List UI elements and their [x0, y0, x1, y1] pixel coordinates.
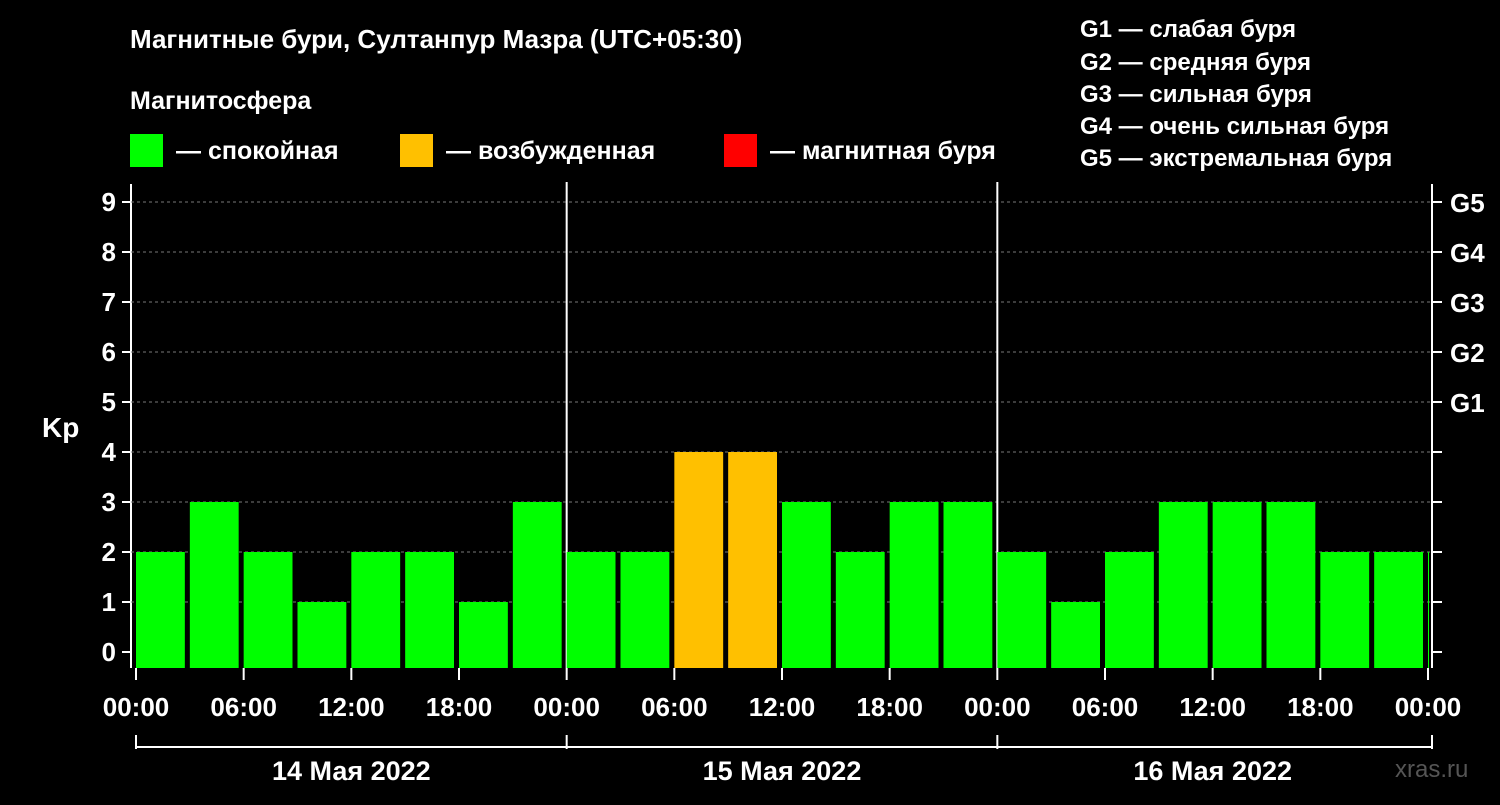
g-scale-g3: G3 — сильная буря — [1080, 81, 1312, 108]
kp-bar — [566, 552, 616, 668]
y-tick-label: 9 — [102, 187, 116, 217]
g-level-label: G2 — [1450, 338, 1485, 368]
g-level-label: G5 — [1450, 188, 1485, 218]
kp-bar — [889, 502, 939, 668]
kp-bar — [835, 552, 885, 668]
kp-bar — [1266, 502, 1316, 668]
y-tick-label: 5 — [102, 387, 116, 417]
x-tick-label: 18:00 — [1287, 692, 1354, 722]
x-tick-label: 12:00 — [318, 692, 385, 722]
kp-bar — [351, 552, 401, 668]
x-tick-label: 00:00 — [103, 692, 170, 722]
kp-bar — [1374, 552, 1423, 668]
kp-bar — [1158, 502, 1208, 668]
y-tick-label: 2 — [102, 537, 116, 567]
kp-bar — [136, 552, 185, 668]
kp-chart: Магнитные бури, Султанпур Мазра (UTC+05:… — [42, 16, 1485, 786]
kp-bar — [620, 552, 670, 668]
x-tick-label: 18:00 — [856, 692, 923, 722]
y-tick-label: 1 — [102, 587, 116, 617]
chart-title: Магнитные бури, Султанпур Мазра (UTC+05:… — [130, 24, 742, 54]
y-tick-label: 4 — [102, 437, 117, 467]
x-tick-label: 00:00 — [1395, 692, 1462, 722]
g-scale-g4: G4 — очень сильная буря — [1080, 113, 1389, 140]
legend-swatch-active — [400, 134, 433, 167]
y-tick-label: 6 — [102, 337, 116, 367]
kp-bar — [997, 552, 1047, 668]
x-tick-label: 00:00 — [964, 692, 1031, 722]
legend-label-quiet: — спокойная — [176, 137, 339, 165]
kp-bar — [297, 602, 347, 668]
kp-bar — [943, 502, 993, 668]
legend-label-active: — возбужденная — [446, 137, 655, 165]
g-scale-g5: G5 — экстремальная буря — [1080, 145, 1392, 172]
x-tick-label: 06:00 — [210, 692, 277, 722]
y-axis-label: Kp — [42, 412, 79, 443]
kp-bar — [1105, 552, 1154, 668]
kp-bar — [189, 502, 239, 668]
x-tick-label: 06:00 — [641, 692, 708, 722]
kp-bar — [782, 502, 831, 668]
g-level-label: G4 — [1450, 238, 1485, 268]
x-tick-label: 06:00 — [1072, 692, 1139, 722]
kp-bar — [1428, 552, 1429, 668]
legend-label-storm: — магнитная буря — [770, 137, 996, 165]
kp-bar — [1320, 552, 1370, 668]
y-tick-label: 8 — [102, 237, 116, 267]
g-scale-g1: G1 — слабая буря — [1080, 16, 1296, 43]
g-level-label: G3 — [1450, 288, 1485, 318]
legend-swatch-storm — [724, 134, 757, 167]
legend-heading: Магнитосфера — [130, 87, 312, 115]
g-scale-g2: G2 — средняя буря — [1080, 49, 1311, 76]
y-tick-label: 0 — [102, 637, 116, 667]
day-label: 15 Мая 2022 — [703, 756, 862, 786]
day-label: 14 Мая 2022 — [272, 756, 431, 786]
kp-bar — [243, 552, 293, 668]
kp-bar — [512, 502, 562, 668]
day-label: 16 Мая 2022 — [1133, 756, 1292, 786]
kp-bar — [1212, 502, 1262, 668]
x-tick-label: 12:00 — [749, 692, 816, 722]
kp-bar — [1051, 602, 1100, 668]
y-tick-label: 3 — [102, 487, 116, 517]
y-tick-label: 7 — [102, 287, 116, 317]
kp-bar — [674, 452, 724, 668]
kp-bar — [728, 452, 777, 668]
x-tick-label: 12:00 — [1179, 692, 1246, 722]
x-tick-label: 18:00 — [426, 692, 493, 722]
g-level-label: G1 — [1450, 388, 1485, 418]
x-tick-label: 00:00 — [533, 692, 600, 722]
watermark: xras.ru — [1395, 756, 1468, 783]
kp-bar — [459, 602, 508, 668]
legend-swatch-quiet — [130, 134, 163, 167]
kp-bar — [405, 552, 454, 668]
